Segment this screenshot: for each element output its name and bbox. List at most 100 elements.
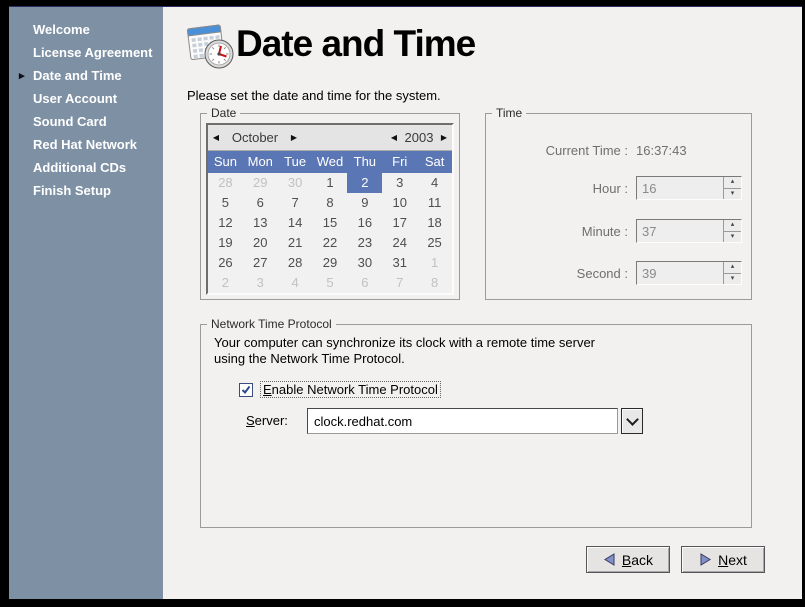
calendar-dow: Fri <box>382 151 417 173</box>
calendar-day[interactable]: 7 <box>278 193 313 213</box>
sidebar-item-additional-cds[interactable]: Additional CDs <box>9 156 163 179</box>
sidebar-item-user-account[interactable]: User Account <box>9 87 163 110</box>
sidebar-item-license-agreement[interactable]: License Agreement <box>9 41 163 64</box>
calendar-day[interactable]: 3 <box>243 273 278 293</box>
calendar-day[interactable]: 4 <box>278 273 313 293</box>
minute-label: Minute : <box>486 224 628 239</box>
current-time-row: Current Time : 16:37:43 <box>486 142 743 158</box>
sidebar-item-finish-setup[interactable]: Finish Setup <box>9 179 163 202</box>
page-subtitle: Please set the date and time for the sys… <box>187 88 441 103</box>
calendar-day[interactable]: 23 <box>347 233 382 253</box>
ntp-frame-label: Network Time Protocol <box>207 317 336 331</box>
calendar-day-selected[interactable]: 2 <box>347 173 382 193</box>
hour-input[interactable] <box>637 177 723 199</box>
calendar-dow: Sun <box>208 151 243 173</box>
minute-decrement-icon[interactable]: ▾ <box>724 232 741 243</box>
ntp-frame: Network Time Protocol Your computer can … <box>200 324 752 528</box>
calendar-day[interactable]: 15 <box>313 213 348 233</box>
calendar-day[interactable]: 28 <box>278 253 313 273</box>
hour-label: Hour : <box>486 181 628 196</box>
hour-spin-buttons: ▴ ▾ <box>723 177 741 199</box>
enable-ntp-checkbox[interactable] <box>239 383 253 397</box>
calendar-day[interactable]: 22 <box>313 233 348 253</box>
calendar-day[interactable]: 28 <box>208 173 243 193</box>
hour-decrement-icon[interactable]: ▾ <box>724 189 741 200</box>
server-input[interactable] <box>307 408 618 434</box>
calendar-day[interactable]: 27 <box>243 253 278 273</box>
enable-ntp-label[interactable]: Enable Network Time Protocol <box>260 381 441 398</box>
calendar-year: 2003 <box>402 130 436 145</box>
calendar-day[interactable]: 18 <box>417 213 452 233</box>
calendar-day[interactable]: 1 <box>313 173 348 193</box>
calendar-day[interactable]: 24 <box>382 233 417 253</box>
calendar-day[interactable]: 17 <box>382 213 417 233</box>
calendar-day[interactable]: 25 <box>417 233 452 253</box>
next-button[interactable]: Next <box>681 546 765 573</box>
calendar-month: October <box>224 130 286 145</box>
calendar-day[interactable]: 11 <box>417 193 452 213</box>
second-row: Second : ▴ ▾ <box>486 261 743 285</box>
calendar-day[interactable]: 16 <box>347 213 382 233</box>
next-arrow-icon <box>699 553 712 566</box>
calendar-day[interactable]: 8 <box>313 193 348 213</box>
prev-year-icon[interactable]: ◀ <box>386 133 402 142</box>
back-button[interactable]: Back <box>586 546 670 573</box>
calendar-day[interactable]: 2 <box>208 273 243 293</box>
calendar-dow: Sat <box>417 151 452 173</box>
setup-wizard-window: WelcomeLicense Agreement▸Date and TimeUs… <box>9 6 802 599</box>
calendar-day[interactable]: 4 <box>417 173 452 193</box>
sidebar-item-date-and-time[interactable]: ▸Date and Time <box>9 64 163 87</box>
date-frame: Date ◀ October ▶ ◀ 2003 ▶ SunMonTueWedTh… <box>200 113 460 300</box>
sidebar-item-welcome[interactable]: Welcome <box>9 18 163 41</box>
enable-ntp-row: Enable Network Time Protocol <box>239 381 441 398</box>
active-item-arrow-icon: ▸ <box>19 69 33 82</box>
calendar-day[interactable]: 1 <box>417 253 452 273</box>
sidebar-item-label: Date and Time <box>33 68 122 83</box>
calendar-day[interactable]: 9 <box>347 193 382 213</box>
sidebar-item-red-hat-network[interactable]: Red Hat Network <box>9 133 163 156</box>
sidebar-nav: WelcomeLicense Agreement▸Date and TimeUs… <box>9 7 163 202</box>
calendar-day[interactable]: 14 <box>278 213 313 233</box>
minute-input[interactable] <box>637 220 723 242</box>
second-decrement-icon[interactable]: ▾ <box>724 274 741 285</box>
calendar-day[interactable]: 21 <box>278 233 313 253</box>
sidebar-item-label: Red Hat Network <box>33 137 137 152</box>
back-arrow-icon <box>603 553 616 566</box>
second-input[interactable] <box>637 262 723 284</box>
calendar-day[interactable]: 30 <box>278 173 313 193</box>
server-dropdown-button[interactable] <box>621 408 643 434</box>
prev-month-icon[interactable]: ◀ <box>208 133 224 142</box>
next-year-icon[interactable]: ▶ <box>436 133 452 142</box>
calendar-day[interactable]: 20 <box>243 233 278 253</box>
next-month-icon[interactable]: ▶ <box>286 133 302 142</box>
calendar-day[interactable]: 7 <box>382 273 417 293</box>
calendar-day[interactable]: 12 <box>208 213 243 233</box>
sidebar-item-label: User Account <box>33 91 117 106</box>
calendar-day[interactable]: 5 <box>208 193 243 213</box>
calendar-day[interactable]: 5 <box>313 273 348 293</box>
calendar-day[interactable]: 31 <box>382 253 417 273</box>
calendar-dow: Mon <box>243 151 278 173</box>
hour-increment-icon[interactable]: ▴ <box>724 177 741 189</box>
calendar-day[interactable]: 6 <box>243 193 278 213</box>
calendar-day[interactable]: 29 <box>313 253 348 273</box>
calendar-day[interactable]: 30 <box>347 253 382 273</box>
calendar-day[interactable]: 6 <box>347 273 382 293</box>
current-time-value: 16:37:43 <box>636 143 687 158</box>
calendar-day[interactable]: 13 <box>243 213 278 233</box>
ntp-description: Your computer can synchronize its clock … <box>214 335 595 367</box>
date-frame-label: Date <box>207 106 240 120</box>
calendar-day[interactable]: 26 <box>208 253 243 273</box>
calendar-day[interactable]: 29 <box>243 173 278 193</box>
sidebar-item-sound-card[interactable]: Sound Card <box>9 110 163 133</box>
chevron-down-icon <box>626 413 639 426</box>
second-increment-icon[interactable]: ▴ <box>724 262 741 274</box>
calendar-day[interactable]: 8 <box>417 273 452 293</box>
calendar-day[interactable]: 10 <box>382 193 417 213</box>
hour-row: Hour : ▴ ▾ <box>486 176 743 200</box>
calendar-dow: Thu <box>347 151 382 173</box>
calendar-day[interactable]: 3 <box>382 173 417 193</box>
date-time-icon <box>184 18 236 72</box>
minute-increment-icon[interactable]: ▴ <box>724 220 741 232</box>
calendar-day[interactable]: 19 <box>208 233 243 253</box>
